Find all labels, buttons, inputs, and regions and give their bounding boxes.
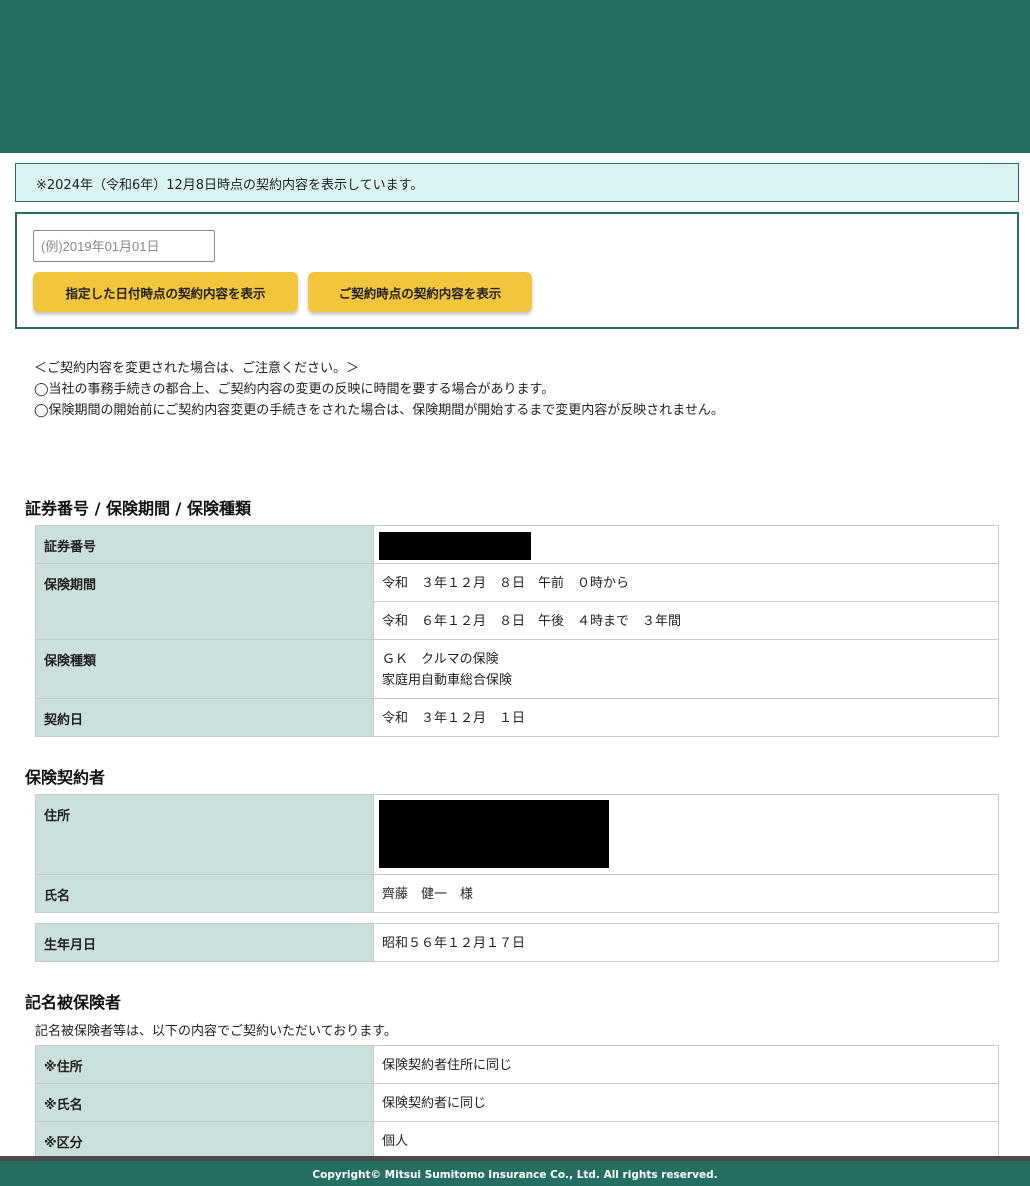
row-label: 生年月日 [35, 923, 374, 962]
row-label: 住所 [35, 794, 374, 875]
contractor-section-title: 保険契約者 [25, 768, 106, 787]
show-by-date-button[interactable]: 指定した日付時点の契約内容を表示 [33, 272, 298, 312]
insurance-type-value: ＧＫ クルマの保険 家庭用自動車総合保険 [373, 639, 999, 699]
show-at-contract-button[interactable]: ご契約時点の契約内容を表示 [308, 272, 532, 312]
row-label: ※住所 [35, 1045, 374, 1084]
birthdate-table: 生年月日 昭和５６年１２月１７日 [35, 923, 999, 962]
page-footer: Copyright© Mitsui Sumitomo Insurance Co.… [0, 1156, 1030, 1186]
table-row: 契約日 令和 ３年１２月 １日 [35, 698, 999, 737]
notice-text: ※2024年（令和6年）12月8日時点の契約内容を表示しています。 [36, 178, 424, 193]
row-label: 証券番号 [35, 525, 374, 564]
insured-section-title: 記名被保険者 [25, 993, 122, 1012]
period-start-value: 令和 ３年１２月 ８日 午前 ０時から [373, 563, 999, 602]
contractor-name-value: 齊藤 健一 様 [373, 874, 999, 913]
caution-line-2: ◯保険期間の開始前にご契約内容変更の手続きをされた場合は、保険期間が開始するまで… [34, 403, 724, 418]
table-row: 氏名 齊藤 健一 様 [35, 874, 999, 913]
caution-notes: ＜ご契約内容を変更された場合は、ご注意ください。＞ ◯当社の事務手続きの都合上、… [34, 358, 1014, 421]
insured-address-value: 保険契約者住所に同じ [373, 1045, 999, 1084]
row-label: 保険期間 [35, 563, 374, 640]
caution-line-1: ◯当社の事務手続きの都合上、ご契約内容の変更の反映に時間を要する場合があります。 [34, 382, 555, 397]
table-row: 保険期間 令和 ３年１２月 ８日 午前 ０時から [35, 563, 999, 640]
redacted-address [379, 800, 609, 868]
as-of-date-notice: ※2024年（令和6年）12月8日時点の契約内容を表示しています。 [15, 163, 1019, 202]
policy-section-title: 証券番号 / 保険期間 / 保険種類 [25, 499, 251, 518]
redacted-policy-number [379, 532, 531, 560]
table-row: 生年月日 昭和５６年１２月１７日 [35, 923, 999, 962]
contract-date-value: 令和 ３年１２月 １日 [373, 698, 999, 737]
period-end-value: 令和 ６年１２月 ８日 午後 ４時まで ３年間 [373, 601, 999, 640]
table-row: 住所 [35, 794, 999, 875]
policy-table: 証券番号 保険期間 令和 ３年１２月 ８日 午前 ０時から 令和 ６年１２月 ８… [35, 525, 999, 737]
page-header [0, 0, 1030, 153]
row-label: 契約日 [35, 698, 374, 737]
row-label: 氏名 [35, 874, 374, 913]
date-selection-panel: 指定した日付時点の契約内容を表示 ご契約時点の契約内容を表示 [15, 212, 1019, 329]
policy-number-value [373, 525, 999, 564]
insured-name-value: 保険契約者に同じ [373, 1083, 999, 1122]
insurance-type-line-2: 家庭用自動車総合保険 [382, 673, 513, 688]
table-row: ※氏名 保険契約者に同じ [35, 1083, 999, 1122]
insurance-type-line-1: ＧＫ クルマの保険 [382, 652, 499, 667]
table-row: 証券番号 [35, 525, 999, 564]
table-row: 保険種類 ＧＫ クルマの保険 家庭用自動車総合保険 [35, 639, 999, 699]
insured-note: 記名被保険者等は、以下の内容でご契約いただいております。 [35, 1024, 397, 1039]
birthdate-value: 昭和５６年１２月１７日 [373, 923, 999, 962]
table-row: ※住所 保険契約者住所に同じ [35, 1045, 999, 1084]
address-value [373, 794, 999, 875]
caution-heading: ＜ご契約内容を変更された場合は、ご注意ください。＞ [34, 361, 360, 376]
table-row: ※区分 個人 [35, 1121, 999, 1160]
copyright-text: Copyright© Mitsui Sumitomo Insurance Co.… [312, 1169, 718, 1181]
date-input[interactable] [33, 230, 215, 262]
row-label: ※区分 [35, 1121, 374, 1160]
row-label: 保険種類 [35, 639, 374, 699]
insured-table: ※住所 保険契約者住所に同じ ※氏名 保険契約者に同じ ※区分 個人 [35, 1045, 999, 1160]
row-label: ※氏名 [35, 1083, 374, 1122]
contractor-table: 住所 氏名 齊藤 健一 様 [35, 794, 999, 913]
insured-category-value: 個人 [373, 1121, 999, 1160]
